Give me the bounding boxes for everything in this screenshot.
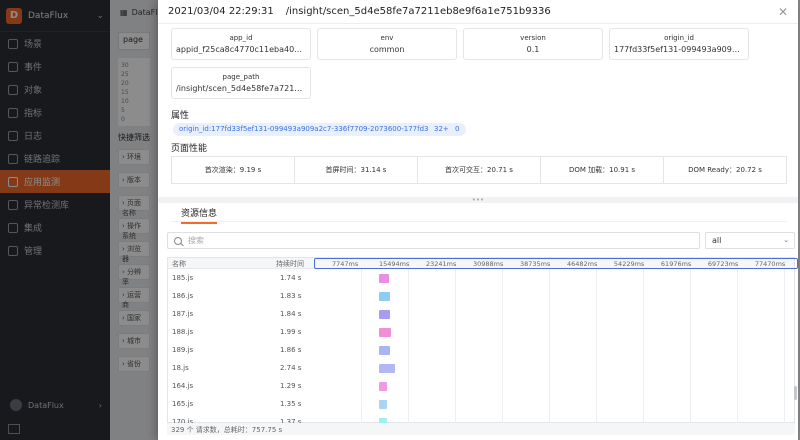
perf-dom-ready: DOM Ready：20.72 s — [688, 166, 762, 174]
card-key: version — [520, 34, 546, 42]
card-value: 177fd33f5ef131-099493a909a2c... — [614, 45, 748, 54]
card-app-id: app_id appid_f25ca8c4770c11eba40656... — [171, 28, 311, 60]
table-header: 名称 持续时间 7747ms 15494ms 23241ms 30988ms 38735… — [168, 258, 798, 269]
resource-name: 189.js — [172, 346, 194, 354]
card-key: env — [380, 34, 394, 42]
attributes-title: 属性 — [171, 111, 190, 121]
timeline-tick: 38735ms — [519, 260, 551, 268]
timeline-gridline — [548, 269, 550, 424]
table-row[interactable]: 187.js 1.84 s — [168, 306, 314, 325]
chevron-down-icon: ⌄ — [783, 236, 789, 244]
table-row[interactable]: 189.js 1.86 s — [168, 342, 314, 361]
card-value: /insight/scen_5d4e58fe7a7211eb... — [176, 84, 310, 93]
card-key: page_path — [222, 73, 260, 81]
attribute-tag[interactable]: origin_id:177fd33f5ef131-099493a909a2c7-… — [173, 123, 466, 136]
drawer-header: 2021/03/04 22:29:31 /insight/scen_5d4e58… — [158, 0, 798, 24]
timeline-gridline — [407, 269, 409, 424]
timeline-tick: 30988ms — [472, 260, 504, 268]
card-key: origin_id — [664, 34, 694, 42]
table-row[interactable]: 185.js 1.74 s — [168, 270, 314, 289]
resource-duration: 1.74 s — [280, 274, 302, 282]
waterfall-bar[interactable] — [379, 328, 391, 337]
timeline-tick: 54229ms — [613, 260, 645, 268]
perf-dom-load: DOM 加载：10.91 s — [541, 157, 664, 183]
card-value: common — [369, 45, 405, 54]
waterfall-bar[interactable] — [379, 364, 396, 373]
resource-name: 185.js — [172, 274, 194, 282]
resource-name: 186.js — [172, 292, 194, 300]
timeline-tick: 77470ms — [754, 260, 786, 268]
performance-stats: 首次渲染：9.19 s 首屏时间：31.14 s 首次可交互：20.71 s D… — [171, 156, 787, 184]
timeline-gridline — [736, 269, 738, 424]
timeline-gridline — [783, 269, 785, 424]
resource-duration: 2.74 s — [280, 364, 302, 372]
perf-first-paint: 首次渲染：9.19 s — [172, 157, 295, 183]
resource-name: 165.js — [172, 400, 194, 408]
table-row[interactable]: 165.js 1.35 s — [168, 396, 314, 415]
timeline-gridline — [454, 269, 456, 424]
resize-handle[interactable]: ••• — [158, 197, 798, 204]
resource-name: 164.js — [172, 382, 194, 390]
card-page-path: page_path /insight/scen_5d4e58fe7a7211eb… — [171, 67, 311, 99]
scrollbar[interactable] — [794, 386, 797, 400]
detail-drawer: 2021/03/04 22:29:31 /insight/scen_5d4e58… — [158, 0, 798, 440]
search-placeholder: 搜索 — [188, 236, 204, 245]
waterfall-bar[interactable] — [379, 292, 390, 301]
timeline-header[interactable]: 7747ms 15494ms 23241ms 30988ms 38735ms 46482m… — [314, 258, 798, 269]
timeline-gridline — [689, 269, 691, 424]
card-version: version 0.1 — [463, 28, 603, 60]
table-row[interactable]: 164.js 1.29 s — [168, 378, 314, 397]
drawer-date: 2021/03/04 22:29:31 — [168, 6, 274, 17]
resource-duration: 1.35 s — [280, 400, 302, 408]
card-origin-id: origin_id 177fd33f5ef131-099493a909a2c..… — [609, 28, 749, 60]
resource-name: 187.js — [172, 310, 194, 318]
resource-table: 名称 持续时间 7747ms 15494ms 23241ms 30988ms 38735… — [167, 257, 798, 427]
card-value: appid_f25ca8c4770c11eba40656... — [176, 45, 310, 54]
resource-duration: 1.29 s — [280, 382, 302, 390]
timeline-tick: 7747ms — [331, 260, 359, 268]
table-row[interactable]: 18.js 2.74 s — [168, 360, 314, 379]
type-select[interactable]: all ⌄ — [705, 232, 795, 249]
waterfall-bar[interactable] — [379, 346, 391, 355]
search-input[interactable]: 搜索 — [167, 232, 700, 249]
perf-first-screen: 首屏时间：31.14 s — [295, 157, 418, 183]
table-footer: 329 个 请求数，总耗时：757.75 s — [167, 423, 795, 435]
card-value: 0.1 — [526, 45, 540, 54]
resource-duration: 1.99 s — [280, 328, 302, 336]
drawer-path: /insight/scen_5d4e58fe7a7211eb8e9f6a1e75… — [285, 6, 551, 17]
waterfall-bar[interactable] — [379, 310, 391, 319]
resource-name: 18.js — [172, 364, 189, 372]
resource-duration: 1.86 s — [280, 346, 302, 354]
column-duration-header: 持续时间 — [276, 260, 304, 268]
tab-resources[interactable]: 资源信息 — [181, 206, 218, 224]
timeline-tick: 69723ms — [707, 260, 739, 268]
perf-first-interactive: 首次可交互：20.71 s — [418, 157, 541, 183]
table-row[interactable]: 186.js 1.83 s — [168, 288, 314, 307]
tab-bar: 资源信息 — [171, 206, 787, 224]
timeline-gridline — [501, 269, 503, 424]
timeline-gridline — [595, 269, 597, 424]
resource-duration: 1.84 s — [280, 310, 302, 318]
app-frame: D DataFlux ⌄ 场景 事件 对象 指标 日志 链路追踪 应用监测 异常检测库 集成 管理… — [0, 0, 800, 440]
timeline-gridline — [642, 269, 644, 424]
card-env: env common — [317, 28, 457, 60]
resource-duration: 1.83 s — [280, 292, 302, 300]
column-name-header: 名称 — [172, 260, 186, 268]
waterfall-bar[interactable] — [379, 274, 390, 283]
table-row[interactable]: 188.js 1.99 s — [168, 324, 314, 343]
resource-name: 188.js — [172, 328, 194, 336]
timeline-tick: 61976ms — [660, 260, 692, 268]
timeline-tick: 23241ms — [425, 260, 457, 268]
timeline-tick: 46482ms — [566, 260, 598, 268]
more-attributes-tag[interactable]: 32+ — [428, 123, 455, 136]
close-icon[interactable]: ✕ — [778, 5, 788, 19]
card-key: app_id — [229, 34, 253, 42]
timeline-tick: 15494ms — [378, 260, 410, 268]
waterfall-bar[interactable] — [379, 382, 387, 391]
waterfall-bar[interactable] — [379, 400, 388, 409]
search-icon — [174, 236, 182, 245]
perf-title: 页面性能 — [171, 144, 208, 154]
timeline-gridline — [360, 269, 362, 424]
select-value: all — [712, 236, 722, 245]
